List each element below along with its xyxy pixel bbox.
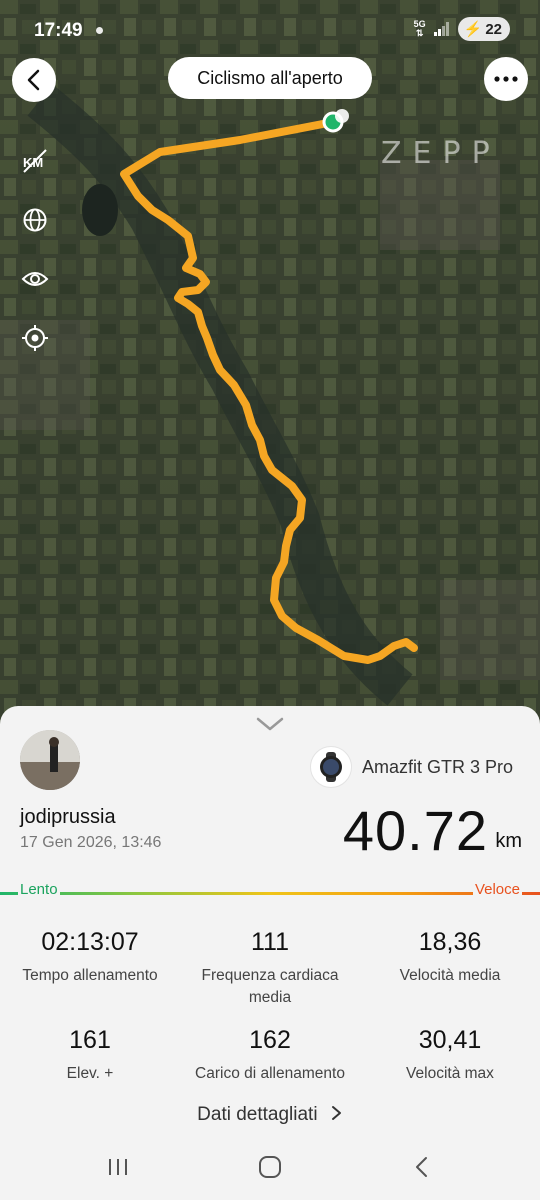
km-marker-toggle[interactable]: KM: [18, 144, 52, 178]
more-options-button[interactable]: [484, 57, 528, 101]
status-icons: 5G ⇅ ⚡ 22: [414, 17, 510, 41]
eye-icon: [21, 272, 49, 286]
back-button[interactable]: [12, 58, 56, 102]
device-name: Amazfit GTR 3 Pro: [362, 757, 514, 777]
signal-icon: [433, 22, 449, 36]
stat-elevation-gain: 161 Elev. +: [66, 1026, 114, 1082]
route-path: [120, 118, 418, 664]
distance-unit: km: [495, 830, 522, 852]
stat-avg-speed: 18,36 Velocità media: [399, 928, 501, 984]
collapse-chevron-icon[interactable]: [255, 716, 285, 732]
globe-icon: [23, 208, 47, 232]
system-nav-bar: [0, 1132, 540, 1200]
system-back-button[interactable]: [402, 1152, 442, 1182]
route-track: [120, 109, 418, 664]
end-marker: [335, 109, 349, 123]
battery-level: 22: [485, 20, 502, 38]
km-marker-icon: KM: [23, 149, 47, 173]
map-layer-toggle[interactable]: [18, 203, 52, 237]
distance-value: 40.72: [342, 799, 488, 862]
zepp-watermark: ZEPP: [381, 136, 501, 171]
locate-button[interactable]: [18, 321, 52, 355]
speed-gradient-bar: [0, 892, 540, 895]
speed-fast-label: Veloce: [472, 881, 522, 898]
workout-date: 17 Gen 2026, 13:46: [20, 834, 162, 851]
more-dots-icon: [494, 76, 518, 82]
route-map[interactable]: ZEPP KM: [0, 0, 540, 730]
chevron-left-icon: [27, 69, 40, 91]
charging-icon: ⚡: [463, 21, 483, 38]
detailed-data-label: Dati dettagliati: [197, 1104, 318, 1125]
home-button[interactable]: [250, 1152, 290, 1182]
speed-slow-label: Lento: [18, 881, 60, 898]
visibility-toggle[interactable]: [18, 262, 52, 296]
status-time: 17:49: [34, 20, 83, 41]
notification-dot-icon: [96, 27, 103, 34]
locate-icon: [22, 325, 48, 351]
workout-summary-sheet: Amazfit GTR 3 Pro jodiprussia 17 Gen 202…: [0, 706, 540, 1132]
chevron-right-icon: [331, 1106, 341, 1120]
network-type: 5G ⇅: [413, 19, 426, 38]
username: jodiprussia: [20, 806, 116, 828]
stat-training-load: 162 Carico di allenamento: [195, 1026, 345, 1082]
page-title: Ciclismo all'aperto: [168, 57, 372, 99]
recent-apps-icon: [109, 1159, 127, 1175]
recent-apps-button[interactable]: [98, 1152, 138, 1182]
stat-avg-heart-rate: 111 Frequenza cardiaca media: [201, 928, 339, 1006]
back-arrow-icon: [416, 1157, 427, 1177]
status-bar: 17:49 5G ⇅ ⚡ 22: [0, 0, 540, 60]
device-watch-icon: [310, 746, 352, 788]
stat-max-speed: 30,41 Velocità max: [406, 1026, 494, 1082]
detailed-data-link[interactable]: Dati dettagliati: [0, 1104, 540, 1126]
home-icon: [259, 1156, 281, 1178]
battery-indicator: ⚡ 22: [457, 17, 510, 41]
stat-training-time: 02:13:07 Tempo allenamento: [22, 928, 158, 984]
avatar[interactable]: [20, 730, 80, 790]
